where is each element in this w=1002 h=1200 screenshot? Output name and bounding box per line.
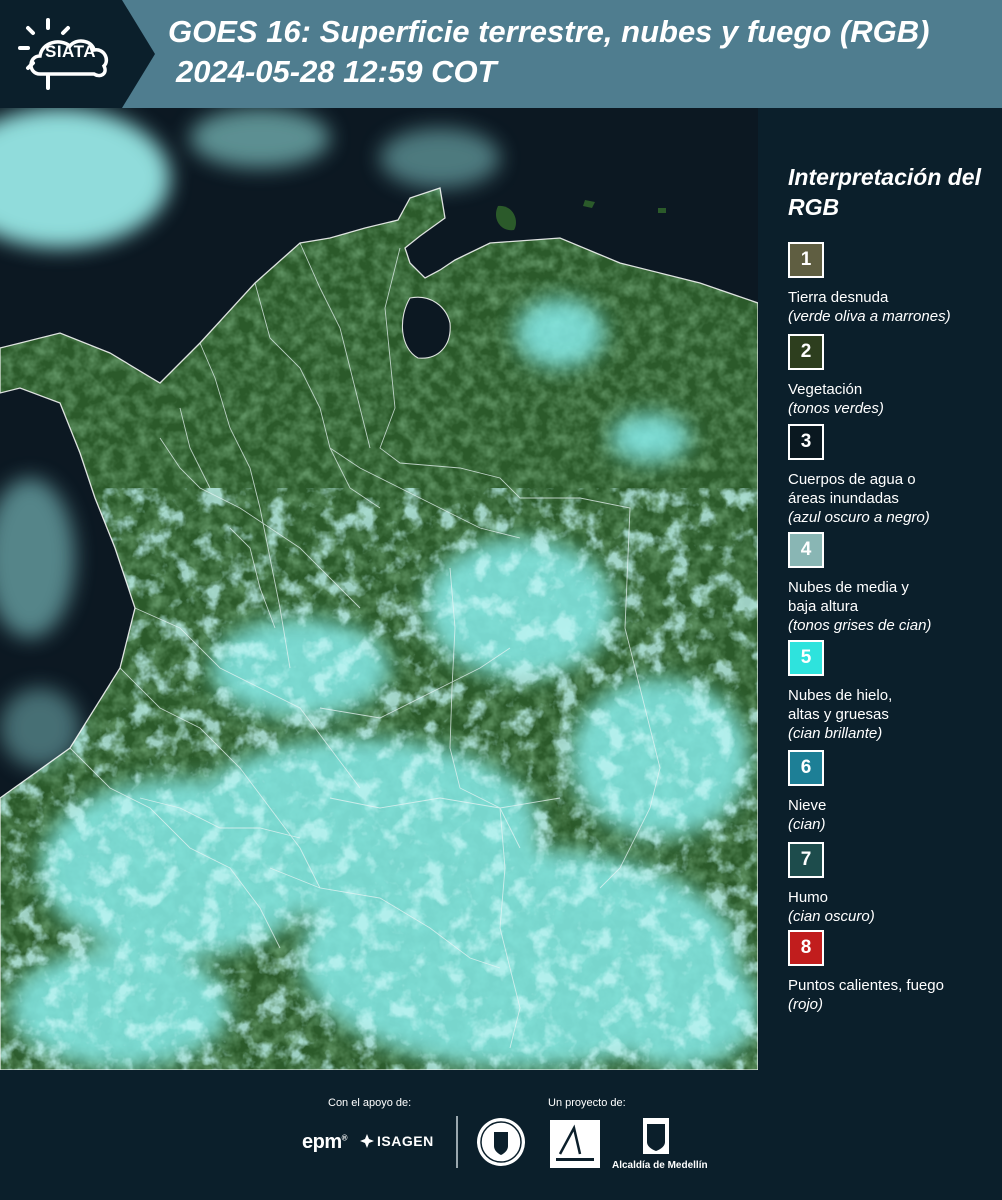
logo-text: SIATA	[45, 42, 96, 61]
legend-item-snow: 6 Nieve (cian)	[788, 750, 998, 834]
legend-label: Cuerpos de agua o áreas inundadas	[788, 471, 916, 507]
legend-sub: (tonos verdes)	[788, 400, 884, 417]
legend-sub: (cian brillante)	[788, 725, 883, 742]
legend-item-vegetation: 2 Vegetación (tonos verdes)	[788, 334, 998, 418]
isagen-logo: ISAGEN	[360, 1133, 434, 1149]
legend-item-fire: 8 Puntos calientes, fuego (rojo)	[788, 930, 998, 1014]
legend-swatch: 3	[788, 424, 824, 460]
epm-logo: epm®	[302, 1131, 348, 1153]
timestamp: 2024-05-28 12:59 COT	[176, 54, 497, 89]
legend-item-bare-soil: 1 Tierra desnuda (verde oliva a marrones…	[788, 242, 998, 326]
legend-label: Tierra desnuda	[788, 289, 889, 306]
legend-sub: (verde oliva a marrones)	[788, 308, 951, 325]
legend-swatch: 7	[788, 842, 824, 878]
legend-label: Nubes de hielo, altas y gruesas	[788, 687, 893, 723]
legend-sub: (cian)	[788, 816, 826, 833]
antioquia-seal-logo	[477, 1118, 525, 1166]
legend-swatch: 1	[788, 242, 824, 278]
legend-sub: (rojo)	[788, 996, 824, 1013]
legend-label: Vegetación	[788, 381, 863, 398]
support-label: Con el apoyo de:	[328, 1097, 412, 1109]
project-label: Un proyecto de:	[548, 1097, 626, 1109]
header-bar: SIATA GOES 16: Superficie terrestre, nub…	[0, 0, 1002, 108]
legend-label: Nieve	[788, 797, 827, 814]
area-metropolitana-logo	[550, 1120, 600, 1168]
footer: Con el apoyo de: Un proyecto de: epm® IS…	[0, 1070, 1002, 1200]
isagen-text: ISAGEN	[377, 1133, 434, 1149]
legend-item-low-clouds: 4 Nubes de media y baja altura (tonos gr…	[788, 532, 998, 635]
legend-item-water: 3 Cuerpos de agua o áreas inundadas (azu…	[788, 424, 998, 527]
legend-panel: Interpretación del RGB 1 Tierra desnuda …	[758, 108, 1002, 1070]
legend-sub: (cian oscuro)	[788, 908, 875, 925]
legend-swatch: 2	[788, 334, 824, 370]
legend-label: Puntos calientes, fuego	[788, 977, 944, 994]
legend-title: Interpretación del RGB	[788, 164, 981, 220]
legend-swatch: 5	[788, 640, 824, 676]
legend-sub: (azul oscuro a negro)	[788, 509, 930, 526]
legend-swatch: 8	[788, 930, 824, 966]
epm-text: epm	[302, 1131, 342, 1153]
legend-item-ice-clouds: 5 Nubes de hielo, altas y gruesas (cian …	[788, 640, 998, 743]
legend-swatch: 6	[788, 750, 824, 786]
footer-divider	[456, 1116, 458, 1168]
page-title: GOES 16: Superficie terrestre, nubes y f…	[168, 14, 930, 49]
legend-sub: (tonos grises de cian)	[788, 617, 932, 634]
legend-label: Humo	[788, 889, 829, 906]
legend-label: Nubes de media y baja altura	[788, 579, 909, 615]
satellite-map	[0, 108, 758, 1070]
medellin-text: Alcaldía de Medellín	[612, 1160, 708, 1171]
legend-swatch: 4	[788, 532, 824, 568]
legend-item-smoke: 7 Humo (cian oscuro)	[788, 842, 998, 926]
siata-logo: SIATA	[0, 0, 155, 108]
isagen-icon	[360, 1134, 374, 1148]
medellin-shield-logo	[643, 1118, 669, 1154]
